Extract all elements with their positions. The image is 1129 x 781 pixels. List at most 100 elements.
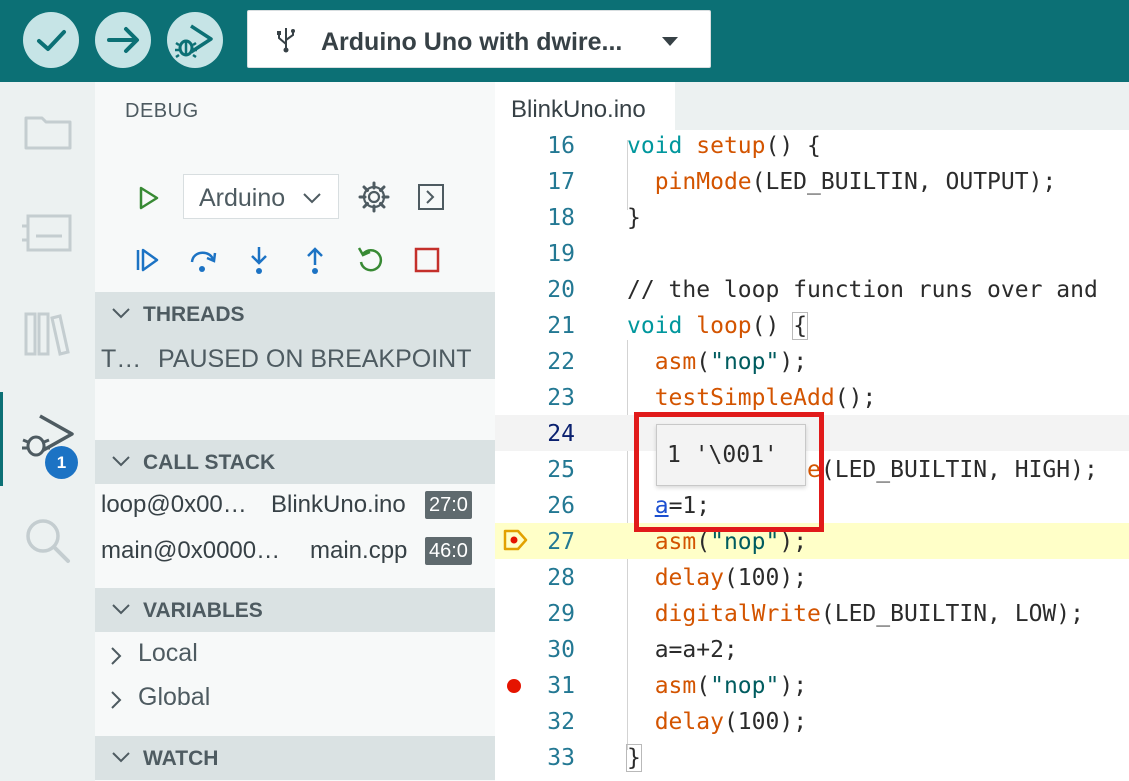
variable-scope-label: Local — [138, 639, 198, 667]
variable-scope-label: Global — [138, 683, 211, 711]
code-line: 18 } — [495, 199, 1129, 235]
boards-manager-button[interactable] — [18, 202, 78, 262]
stack-frame-position: 27:0 — [425, 491, 472, 519]
debug-badge: 1 — [45, 446, 78, 479]
line-number: 21 — [547, 313, 575, 339]
code-text: a=a+2; — [627, 637, 738, 663]
thread-item[interactable]: T… PAUSED ON BREAKPOINT — [95, 336, 495, 379]
line-number: 33 — [547, 745, 575, 771]
debug-icon — [175, 24, 213, 59]
stack-frame-position: 46:0 — [425, 537, 472, 565]
code-line: 31 asm("nop"); — [495, 667, 1129, 703]
line-number: 22 — [547, 349, 575, 375]
board-manager-icon — [22, 214, 72, 252]
code-line: 33 } — [495, 739, 1129, 775]
line-number: 27 — [547, 529, 575, 555]
stack-frame-function: main@0x0000… — [101, 537, 281, 564]
code-line: 22 asm("nop"); — [495, 343, 1129, 379]
start-debug-button[interactable] — [167, 12, 223, 68]
gear-icon[interactable] — [357, 180, 391, 214]
variable-scope-local[interactable]: Local — [95, 632, 495, 676]
continue-icon[interactable] — [131, 244, 163, 276]
verify-button[interactable] — [23, 12, 79, 68]
code-text: void loop() { — [627, 312, 809, 340]
line-number: 24 — [547, 421, 575, 447]
start-debugging-icon[interactable] — [135, 184, 163, 212]
variable-scope-global[interactable]: Global — [95, 676, 495, 720]
chevron-down-icon — [112, 604, 130, 615]
call-stack-header[interactable]: CALL STACK — [95, 440, 495, 484]
debug-controls — [95, 242, 495, 278]
call-stack-title: CALL STACK — [143, 451, 276, 474]
variables-header[interactable]: VARIABLES — [95, 588, 495, 632]
code-line: 20 // the loop function runs over and — [495, 271, 1129, 307]
line-number: 23 — [547, 385, 575, 411]
line-number: 20 — [547, 277, 575, 303]
code-line: 17 pinMode(LED_BUILTIN, OUTPUT); — [495, 163, 1129, 199]
library-icon — [24, 312, 70, 356]
stack-frame[interactable]: main@0x0000… main.cpp 46:0 — [95, 530, 495, 574]
threads-header[interactable]: THREADS — [95, 292, 495, 336]
search-icon — [26, 519, 70, 563]
library-manager-button[interactable] — [18, 304, 78, 364]
debug-console-icon[interactable] — [417, 183, 445, 211]
tab-blinkuno[interactable]: BlinkUno.ino — [495, 82, 675, 130]
tab-label: BlinkUno.ino — [511, 96, 646, 123]
editor-tab-bar: BlinkUno.ino — [495, 82, 1129, 130]
chevron-down-icon — [112, 308, 130, 319]
line-number: 18 — [547, 205, 575, 231]
code-line: 21 void loop() { — [495, 307, 1129, 343]
variables-title: VARIABLES — [143, 599, 263, 622]
code-text: asm("nop"); — [654, 529, 808, 555]
sidebar-title: DEBUG — [125, 100, 199, 122]
folder-icon — [24, 116, 72, 150]
line-number: 25 — [547, 457, 575, 483]
verify-icon — [37, 30, 66, 51]
stack-frame[interactable]: loop@0x00… BlinkUno.ino 27:0 — [95, 484, 495, 528]
line-number: 16 — [547, 133, 575, 159]
highlight-annotation — [634, 412, 824, 532]
code-text: pinMode(LED_BUILTIN, OUTPUT); — [654, 169, 1057, 195]
step-into-icon[interactable] — [243, 244, 275, 276]
debug-config-select[interactable]: Arduino — [183, 174, 339, 219]
debug-config-value: Arduino — [199, 184, 286, 212]
stack-frame-function: loop@0x00… — [101, 491, 247, 518]
code-line: 29 digitalWrite(LED_BUILTIN, LOW); — [495, 595, 1129, 631]
code-text: delay(100); — [654, 709, 808, 735]
step-over-icon[interactable] — [187, 244, 219, 276]
code-text: delay(100); — [654, 565, 808, 591]
thread-state: PAUSED ON BREAKPOINT — [158, 345, 472, 373]
watch-header[interactable]: WATCH — [95, 736, 495, 780]
activity-bar: 1 — [0, 82, 95, 781]
chevron-right-icon — [111, 691, 122, 709]
stop-icon[interactable] — [411, 244, 443, 276]
board-selector[interactable]: Arduino Uno with dwire... — [247, 10, 711, 68]
line-number: 31 — [547, 673, 575, 699]
code-line: 19 — [495, 235, 1129, 271]
search-button[interactable] — [18, 510, 78, 570]
line-number: 26 — [547, 493, 575, 519]
code-text: asm("nop"); — [654, 673, 808, 699]
chevron-down-icon — [662, 37, 678, 46]
code-text: } — [626, 744, 642, 772]
upload-button[interactable] — [95, 12, 151, 68]
upload-icon — [107, 27, 139, 53]
threads-title: THREADS — [143, 303, 245, 326]
line-number: 17 — [547, 169, 575, 195]
step-out-icon[interactable] — [299, 244, 331, 276]
stack-frame-file: main.cpp — [310, 537, 408, 564]
active-indicator — [0, 392, 3, 486]
code-line: 28 delay(100); — [495, 559, 1129, 595]
code-text: asm("nop"); — [654, 349, 808, 375]
watch-title: WATCH — [143, 747, 219, 770]
code-text: void setup() { — [627, 133, 821, 159]
restart-icon[interactable] — [355, 244, 387, 276]
thread-name: T… — [101, 345, 142, 373]
sketchbook-button[interactable] — [18, 102, 78, 162]
code-line: 16 void setup() { — [495, 130, 1129, 163]
chevron-down-icon — [112, 752, 130, 763]
code-text: // the loop function runs over and — [627, 277, 1098, 303]
stack-frame-file: BlinkUno.ino — [271, 491, 406, 518]
top-toolbar: Arduino Uno with dwire... — [0, 0, 1129, 82]
code-text: digitalWrite(LED_BUILTIN, LOW); — [654, 601, 1084, 627]
